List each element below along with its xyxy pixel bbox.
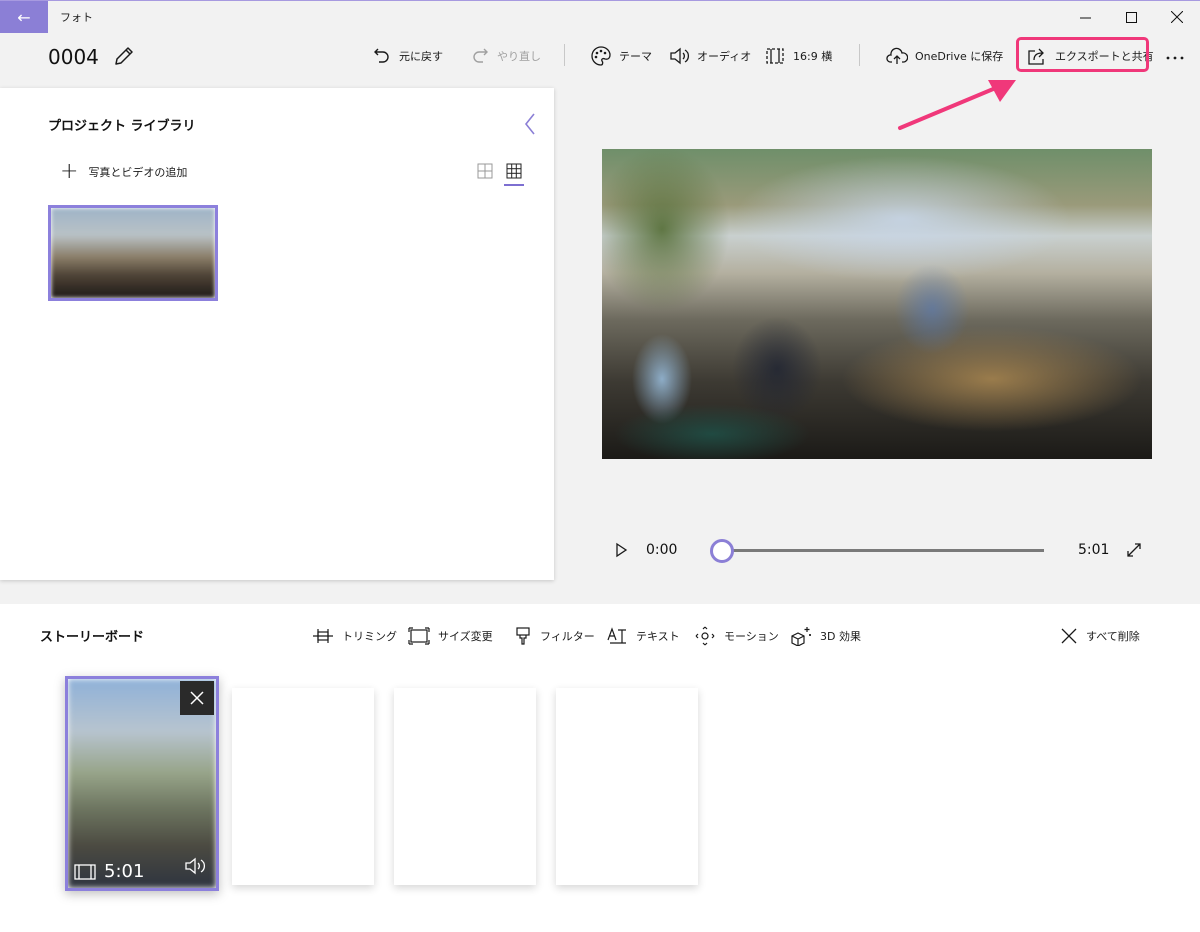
add-photos-videos-button[interactable]: + 写真とビデオの追加 bbox=[60, 159, 188, 184]
storyboard-clip[interactable]: 5:01 bbox=[65, 676, 219, 891]
back-button[interactable]: ← bbox=[0, 1, 48, 33]
close-icon bbox=[1171, 11, 1183, 23]
resize-button[interactable]: サイズ変更 bbox=[408, 624, 493, 648]
maximize-button[interactable] bbox=[1108, 1, 1154, 33]
collapse-chevron-icon[interactable] bbox=[518, 110, 542, 138]
text-icon bbox=[607, 627, 626, 644]
onedrive-save-label: OneDrive に保存 bbox=[915, 50, 1004, 63]
library-thumbnail[interactable] bbox=[48, 205, 218, 301]
trim-button[interactable]: トリミング bbox=[312, 624, 397, 648]
small-grid-view-icon[interactable] bbox=[505, 162, 523, 180]
empty-storyboard-slot[interactable] bbox=[394, 688, 536, 885]
cube-sparkle-icon bbox=[791, 627, 811, 646]
large-grid-view-icon[interactable] bbox=[476, 162, 494, 180]
close-icon bbox=[190, 691, 204, 705]
audio-label: オーディオ bbox=[697, 50, 752, 63]
trim-icon bbox=[313, 629, 333, 643]
library-title: プロジェクト ライブラリ bbox=[48, 119, 196, 134]
close-window-button[interactable] bbox=[1154, 1, 1200, 33]
toolbar-separator bbox=[859, 44, 860, 66]
title-bar: ← フォト bbox=[0, 0, 1200, 33]
filter-label: フィルター bbox=[540, 630, 595, 643]
view-selected-indicator bbox=[504, 184, 524, 186]
current-time: 0:00 bbox=[646, 542, 678, 558]
more-options-button[interactable] bbox=[1164, 44, 1193, 68]
text-label: テキスト bbox=[636, 630, 680, 643]
toolbar-separator bbox=[564, 44, 565, 66]
redo-label: やり直し bbox=[497, 50, 541, 63]
trim-label: トリミング bbox=[342, 630, 397, 643]
cloud-upload-icon bbox=[886, 47, 908, 64]
onedrive-save-button[interactable]: OneDrive に保存 bbox=[886, 44, 1003, 68]
undo-icon bbox=[374, 48, 389, 63]
redo-button[interactable]: やり直し bbox=[470, 44, 541, 68]
aspect-ratio-icon bbox=[766, 48, 784, 64]
resize-label: サイズ変更 bbox=[438, 630, 493, 643]
text-button[interactable]: テキスト bbox=[606, 624, 680, 648]
storyboard-panel: ストーリーボード トリミング サイズ変更 フィルター テキスト モーション 3D… bbox=[0, 604, 1200, 932]
close-icon bbox=[1061, 628, 1077, 644]
play-icon[interactable] bbox=[612, 540, 630, 560]
add-photos-videos-label: 写真とビデオの追加 bbox=[88, 166, 188, 179]
clip-duration-text: 5:01 bbox=[104, 861, 145, 882]
plus-icon: + bbox=[60, 159, 79, 184]
project-library-panel: プロジェクト ライブラリ + 写真とビデオの追加 bbox=[0, 88, 554, 580]
annotation-arrow bbox=[898, 80, 1016, 130]
empty-storyboard-slot[interactable] bbox=[556, 688, 698, 885]
more-dots-icon bbox=[1166, 56, 1184, 60]
thumbnail-image bbox=[51, 208, 215, 298]
fullscreen-icon[interactable] bbox=[1126, 542, 1142, 558]
empty-storyboard-slot[interactable] bbox=[232, 688, 374, 885]
video-preview bbox=[602, 149, 1152, 459]
clip-duration: 5:01 bbox=[74, 861, 144, 882]
project-title: 0004 bbox=[48, 45, 99, 69]
undo-label: 元に戻す bbox=[399, 50, 443, 63]
delete-all-button[interactable]: すべて削除 bbox=[1060, 624, 1140, 648]
delete-all-label: すべて削除 bbox=[1086, 630, 1140, 643]
theme-button[interactable]: テーマ bbox=[590, 44, 652, 68]
undo-button[interactable]: 元に戻す bbox=[372, 44, 443, 68]
speaker-icon bbox=[670, 47, 689, 65]
aspect-ratio-button[interactable]: 16:9 横 bbox=[764, 44, 832, 68]
seek-track[interactable] bbox=[722, 549, 1044, 552]
export-highlight-box bbox=[1016, 37, 1149, 72]
pencil-icon[interactable] bbox=[112, 44, 136, 68]
aspect-ratio-label: 16:9 横 bbox=[793, 50, 833, 63]
motion-label: モーション bbox=[724, 630, 779, 643]
film-icon bbox=[74, 863, 96, 880]
motion-button[interactable]: モーション bbox=[694, 624, 779, 648]
minimize-icon bbox=[1079, 17, 1091, 18]
filter-brush-icon bbox=[516, 627, 530, 645]
maximize-icon bbox=[1125, 11, 1137, 23]
remove-clip-button[interactable] bbox=[180, 681, 214, 715]
3d-effects-label: 3D 効果 bbox=[820, 630, 861, 643]
duration-time: 5:01 bbox=[1078, 542, 1110, 558]
seek-thumb[interactable] bbox=[710, 539, 734, 563]
resize-icon bbox=[408, 627, 430, 645]
3d-effects-button[interactable]: 3D 効果 bbox=[790, 624, 861, 648]
back-arrow-icon: ← bbox=[17, 7, 31, 27]
palette-icon bbox=[591, 46, 611, 66]
motion-icon bbox=[695, 626, 715, 646]
filter-button[interactable]: フィルター bbox=[514, 624, 595, 648]
audio-button[interactable]: オーディオ bbox=[668, 44, 751, 68]
speaker-icon[interactable] bbox=[184, 856, 208, 876]
app-title: フォト bbox=[60, 11, 93, 24]
minimize-button[interactable] bbox=[1062, 1, 1108, 33]
theme-label: テーマ bbox=[619, 50, 652, 63]
storyboard-title: ストーリーボード bbox=[40, 630, 145, 645]
redo-icon bbox=[473, 48, 488, 63]
